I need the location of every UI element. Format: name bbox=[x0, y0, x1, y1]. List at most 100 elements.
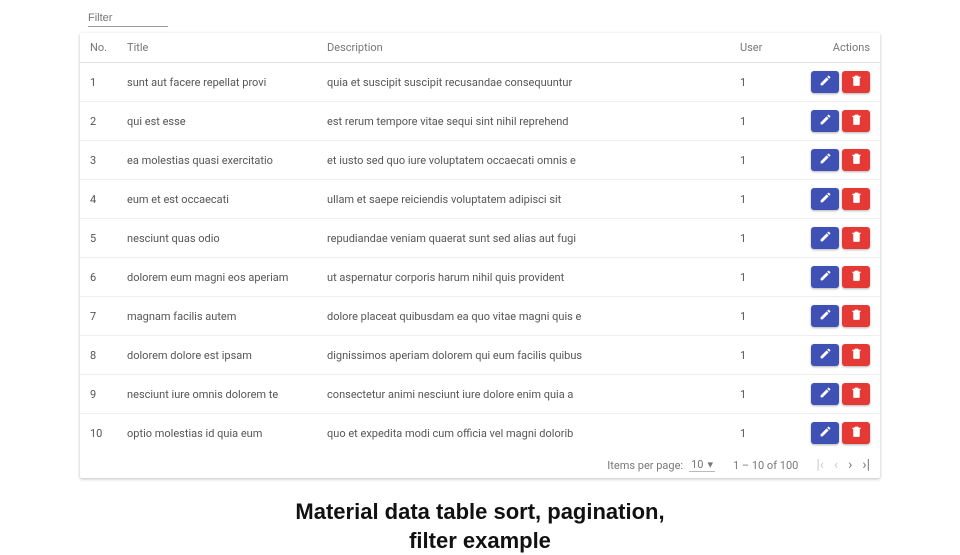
table-row: 2qui est esseest rerum tempore vitae seq… bbox=[80, 102, 880, 141]
delete-button[interactable] bbox=[842, 383, 870, 405]
page-size: Items per page: 10 ▾ bbox=[607, 458, 715, 472]
cell-no: 7 bbox=[80, 297, 117, 336]
caption: Material data table sort, pagination, fi… bbox=[0, 498, 960, 555]
last-page-button[interactable]: ›| bbox=[862, 458, 870, 472]
col-header-actions: Actions bbox=[790, 33, 880, 63]
cell-title: dolorem eum magni eos aperiam bbox=[117, 258, 317, 297]
cell-desc: dolore placeat quibusdam ea quo vitae ma… bbox=[317, 297, 730, 336]
edit-button[interactable] bbox=[811, 344, 839, 366]
cell-no: 10 bbox=[80, 414, 117, 453]
cell-actions bbox=[790, 141, 880, 180]
cell-user: 1 bbox=[730, 258, 790, 297]
table-row: 10optio molestias id quia eumquo et expe… bbox=[80, 414, 880, 453]
col-header-title[interactable]: Title bbox=[117, 33, 317, 63]
table-row: 3ea molestias quasi exercitatioet iusto … bbox=[80, 141, 880, 180]
cell-no: 2 bbox=[80, 102, 117, 141]
edit-button[interactable] bbox=[811, 305, 839, 327]
cell-no: 9 bbox=[80, 375, 117, 414]
page-size-select[interactable]: 10 ▾ bbox=[689, 458, 715, 472]
cell-title: nesciunt quas odio bbox=[117, 219, 317, 258]
cell-title: magnam facilis autem bbox=[117, 297, 317, 336]
cell-no: 3 bbox=[80, 141, 117, 180]
cell-no: 4 bbox=[80, 180, 117, 219]
delete-button[interactable] bbox=[842, 149, 870, 171]
cell-actions bbox=[790, 180, 880, 219]
paginator: Items per page: 10 ▾ 1 – 10 of 100 |‹ ‹ … bbox=[80, 452, 880, 478]
edit-button[interactable] bbox=[811, 383, 839, 405]
table-row: 5nesciunt quas odiorepudiandae veniam qu… bbox=[80, 219, 880, 258]
col-header-no[interactable]: No. bbox=[80, 33, 117, 63]
cell-no: 8 bbox=[80, 336, 117, 375]
cell-user: 1 bbox=[730, 141, 790, 180]
trash-icon bbox=[850, 425, 863, 441]
trash-icon bbox=[850, 152, 863, 168]
pencil-icon bbox=[819, 74, 832, 90]
col-header-user[interactable]: User bbox=[730, 33, 790, 63]
edit-button[interactable] bbox=[811, 149, 839, 171]
trash-icon bbox=[850, 386, 863, 402]
first-page-button[interactable]: |‹ bbox=[816, 458, 824, 472]
cell-no: 1 bbox=[80, 63, 117, 102]
cell-user: 1 bbox=[730, 180, 790, 219]
cell-actions bbox=[790, 102, 880, 141]
pencil-icon bbox=[819, 386, 832, 402]
cell-actions bbox=[790, 414, 880, 453]
delete-button[interactable] bbox=[842, 227, 870, 249]
cell-no: 5 bbox=[80, 219, 117, 258]
delete-button[interactable] bbox=[842, 188, 870, 210]
delete-button[interactable] bbox=[842, 422, 870, 444]
filter-input[interactable] bbox=[88, 10, 168, 27]
cell-user: 1 bbox=[730, 375, 790, 414]
next-page-button[interactable]: › bbox=[848, 458, 852, 472]
cell-no: 6 bbox=[80, 258, 117, 297]
delete-button[interactable] bbox=[842, 305, 870, 327]
caption-line1: Material data table sort, pagination, bbox=[0, 498, 960, 527]
cell-title: nesciunt iure omnis dolorem te bbox=[117, 375, 317, 414]
trash-icon bbox=[850, 347, 863, 363]
cell-desc: est rerum tempore vitae sequi sint nihil… bbox=[317, 102, 730, 141]
cell-desc: dignissimos aperiam dolorem qui eum faci… bbox=[317, 336, 730, 375]
cell-actions bbox=[790, 375, 880, 414]
pencil-icon bbox=[819, 347, 832, 363]
pencil-icon bbox=[819, 191, 832, 207]
edit-button[interactable] bbox=[811, 71, 839, 93]
cell-actions bbox=[790, 297, 880, 336]
cell-user: 1 bbox=[730, 63, 790, 102]
range-label: 1 – 10 of 100 bbox=[733, 459, 798, 472]
cell-title: eum et est occaecati bbox=[117, 180, 317, 219]
trash-icon bbox=[850, 269, 863, 285]
pencil-icon bbox=[819, 152, 832, 168]
items-per-page-label: Items per page: bbox=[607, 459, 683, 472]
delete-button[interactable] bbox=[842, 110, 870, 132]
cell-actions bbox=[790, 63, 880, 102]
edit-button[interactable] bbox=[811, 266, 839, 288]
delete-button[interactable] bbox=[842, 266, 870, 288]
trash-icon bbox=[850, 308, 863, 324]
pencil-icon bbox=[819, 230, 832, 246]
page-size-value: 10 bbox=[691, 458, 703, 471]
edit-button[interactable] bbox=[811, 188, 839, 210]
delete-button[interactable] bbox=[842, 344, 870, 366]
delete-button[interactable] bbox=[842, 71, 870, 93]
data-table-card: No. Title Description User Actions 1sunt… bbox=[80, 33, 880, 478]
trash-icon bbox=[850, 74, 863, 90]
cell-desc: consectetur animi nesciunt iure dolore e… bbox=[317, 375, 730, 414]
cell-user: 1 bbox=[730, 219, 790, 258]
pencil-icon bbox=[819, 269, 832, 285]
cell-user: 1 bbox=[730, 102, 790, 141]
col-header-desc[interactable]: Description bbox=[317, 33, 730, 63]
cell-desc: ut aspernatur corporis harum nihil quis … bbox=[317, 258, 730, 297]
edit-button[interactable] bbox=[811, 227, 839, 249]
cell-user: 1 bbox=[730, 297, 790, 336]
cell-actions bbox=[790, 219, 880, 258]
cell-desc: et iusto sed quo iure voluptatem occaeca… bbox=[317, 141, 730, 180]
trash-icon bbox=[850, 191, 863, 207]
table-row: 7magnam facilis autemdolore placeat quib… bbox=[80, 297, 880, 336]
edit-button[interactable] bbox=[811, 422, 839, 444]
prev-page-button[interactable]: ‹ bbox=[834, 458, 838, 472]
edit-button[interactable] bbox=[811, 110, 839, 132]
table-row: 9nesciunt iure omnis dolorem teconsectet… bbox=[80, 375, 880, 414]
pencil-icon bbox=[819, 308, 832, 324]
table-row: 4eum et est occaecatiullam et saepe reic… bbox=[80, 180, 880, 219]
cell-actions bbox=[790, 336, 880, 375]
